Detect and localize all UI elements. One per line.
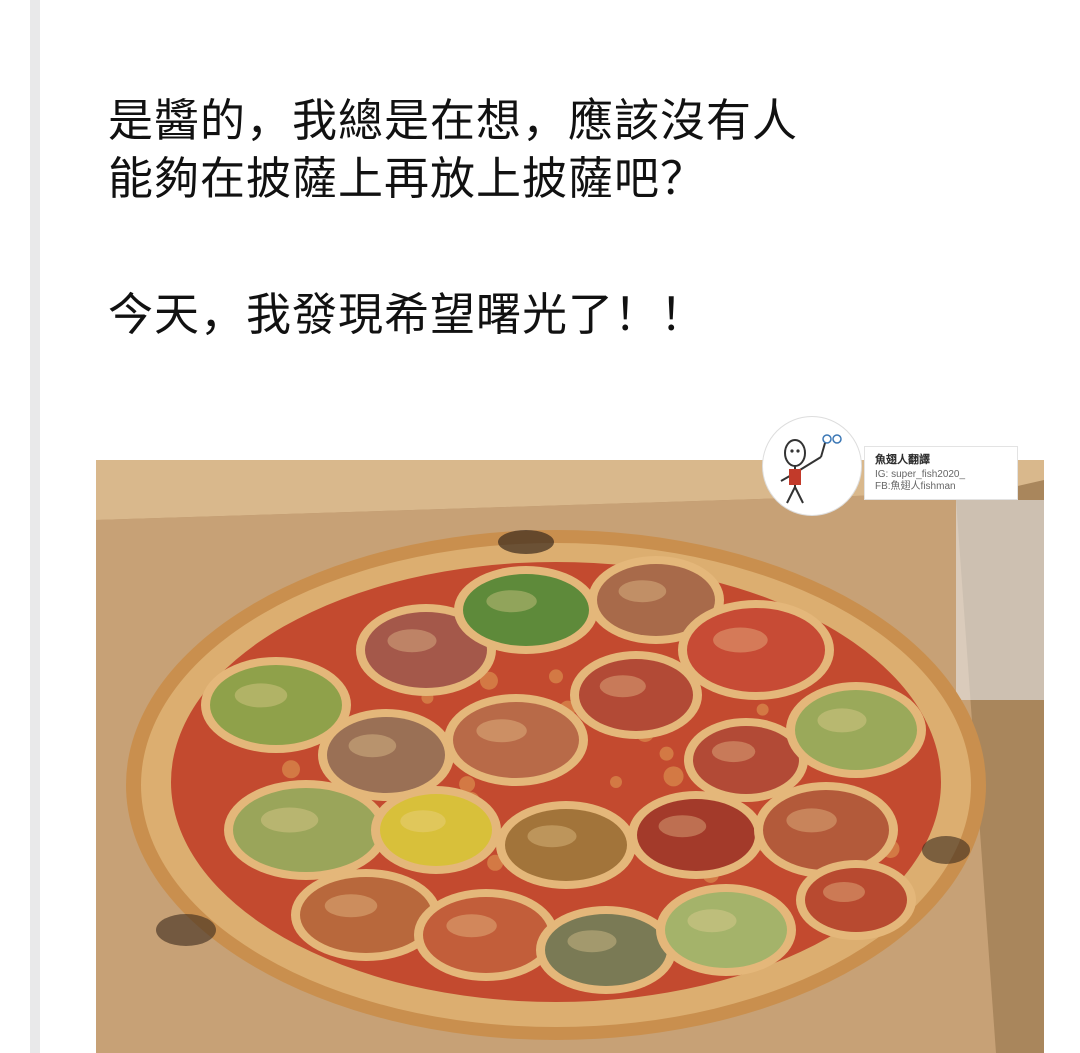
watermark-name: 魚翅人翻譯 [875,453,930,466]
background-wall [956,500,1044,700]
watermark-card: 魚翅人翻譯 IG: super_fish2020_ FB:魚翅人fishman [864,446,1018,500]
mini-pizza-cheese [618,580,667,603]
left-border [30,0,40,1053]
pizza-photo [96,460,1044,1053]
mini-pizza-cheese [387,629,437,653]
mini-pizza-cheese [260,807,319,833]
burn-mark [156,914,216,946]
mini-pizza-cheese [324,894,378,918]
mini-pizza-cheese [400,810,446,833]
mini-pizza-cheese [527,825,577,848]
mini-pizza-cheese [234,683,288,708]
watermark-fb: FB:魚翅人fishman [875,481,956,492]
mini-pizza-cheese [823,882,865,902]
watermark: 魚翅人翻譯 IG: super_fish2020_ FB:魚翅人fishman [762,416,1018,516]
cheese-spot [610,776,622,788]
burn-mark [498,530,554,554]
caption-line-2: 能夠在披薩上再放上披薩吧？ [108,152,707,205]
mini-pizza-cheese [786,808,837,833]
mini-pizza-cheese [486,590,537,613]
mini-pizza-cheese [817,708,867,733]
mini-pizza-cheese [658,815,707,838]
caption-line-1: 是醬的，我總是在想，應該沒有人 [108,94,799,147]
cheese-spot [659,746,674,761]
cheese-spot [756,703,769,716]
watermark-avatar [762,416,862,516]
fishman-icon [780,434,842,504]
mini-pizza-cheese [446,914,497,938]
cheese-spot [663,766,684,787]
pizza-illustration [96,460,1044,1053]
mini-pizza-cheese [599,675,646,698]
watermark-ig: IG: super_fish2020_ [875,469,966,480]
burn-mark [922,836,970,864]
mini-pizza-cheese [348,734,397,758]
mini-pizza-cheese [711,741,756,763]
mini-pizza-cheese [687,909,737,933]
post-caption: 是醬的，我總是在想，應該沒有人 能夠在披薩上再放上披薩吧？ 今天，我發現希望曙光… [108,92,1008,344]
cheese-spot [549,669,563,684]
mini-pizza-cheese [713,627,768,653]
mini-pizza-cheese [567,930,617,953]
cheese-spot [282,760,301,779]
caption-line-3: 今天，我發現希望曙光了！！ [108,288,707,341]
mini-pizza-cheese [476,719,527,743]
